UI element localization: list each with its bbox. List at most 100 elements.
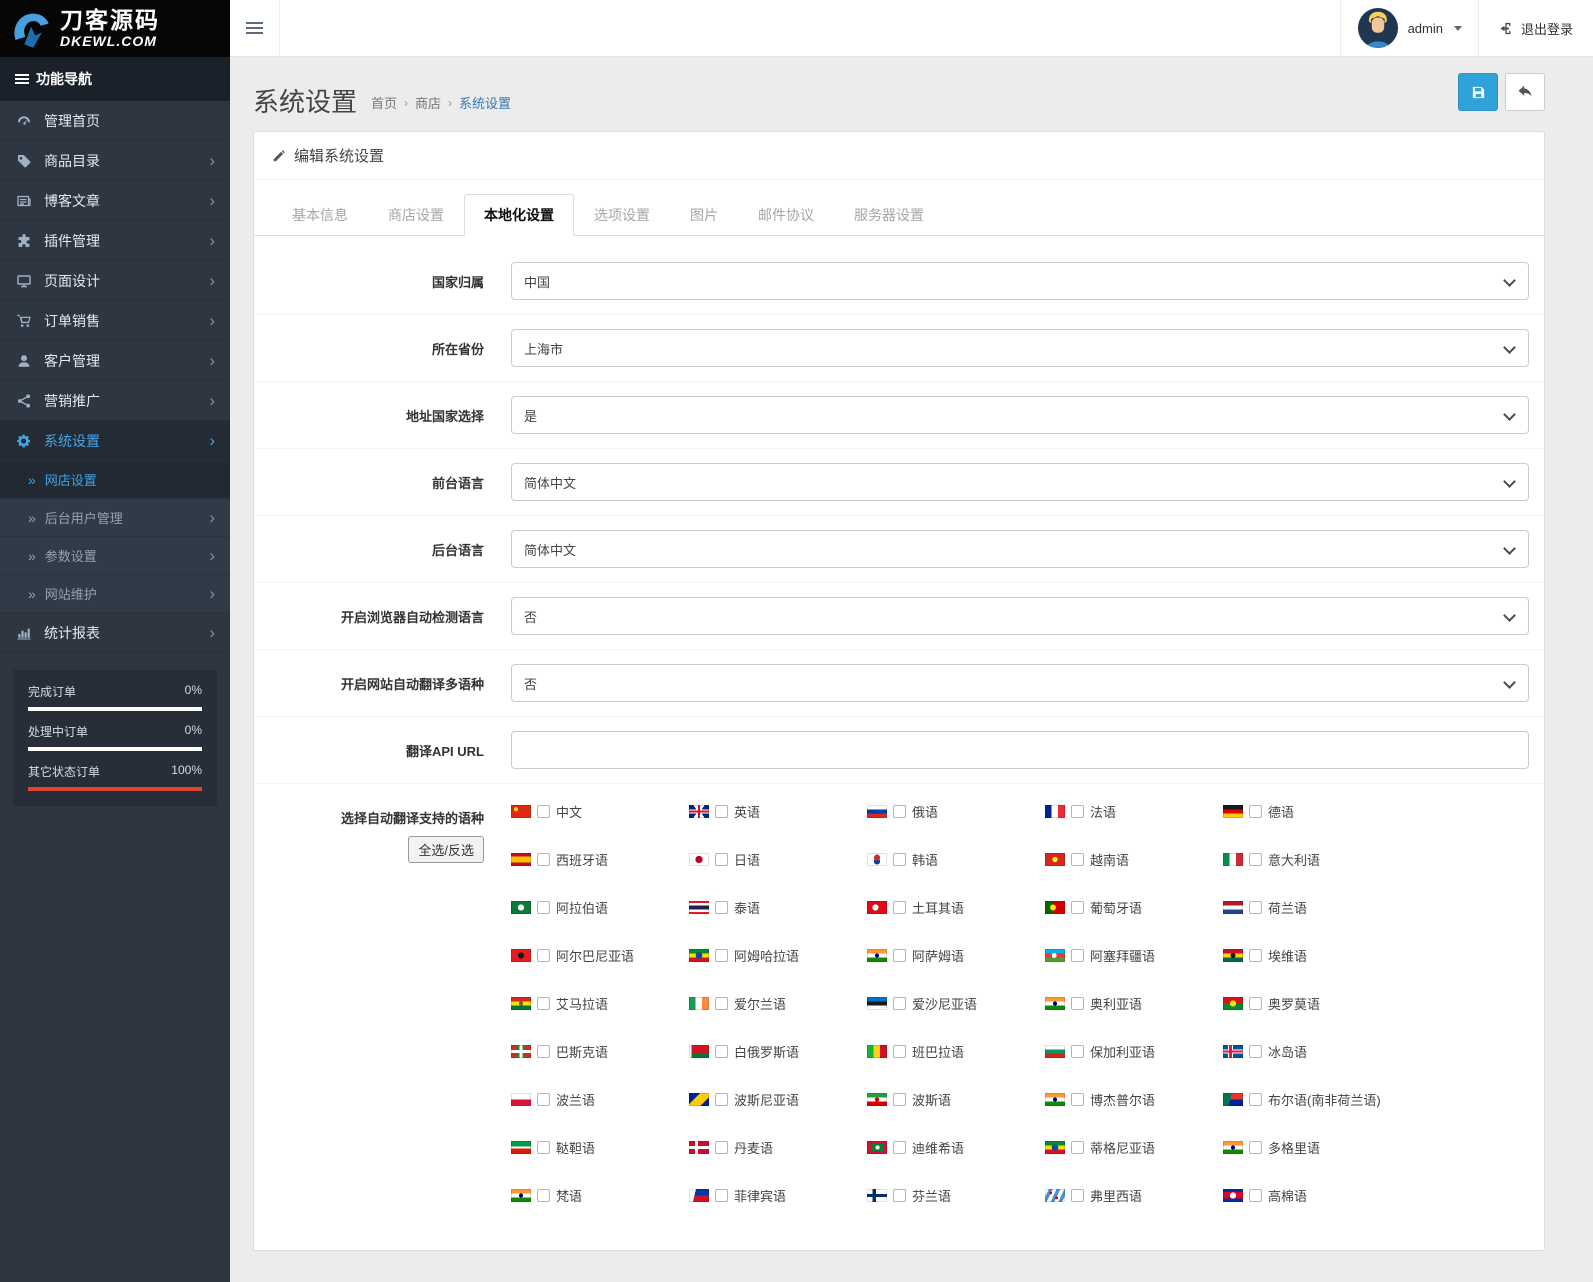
brand-logo[interactable]: 刀客源码 DKEWL.COM — [0, 0, 230, 57]
language-checkbox[interactable] — [893, 805, 906, 818]
language-checkbox[interactable] — [1249, 1045, 1262, 1058]
breadcrumb-item[interactable]: 商店 — [415, 93, 441, 112]
language-checkbox[interactable] — [893, 853, 906, 866]
tab-localization[interactable]: 本地化设置 — [464, 194, 574, 236]
sidebar-item-orders[interactable]: 订单销售 › — [0, 301, 230, 341]
auto-translate-select[interactable]: 否 — [511, 664, 1529, 702]
sidebar-subitem-maintenance[interactable]: » 网站维护 › — [0, 575, 230, 613]
language-checkbox[interactable] — [715, 1045, 728, 1058]
translate-api-url-input[interactable] — [511, 731, 1529, 769]
sidebar-subitem-admin-users[interactable]: » 后台用户管理 › — [0, 499, 230, 537]
sidebar-subitem-parameters[interactable]: » 参数设置 › — [0, 537, 230, 575]
language-checkbox[interactable] — [715, 1189, 728, 1202]
sidebar-item-blog[interactable]: 博客文章 › — [0, 181, 230, 221]
language-checkbox[interactable] — [1071, 1093, 1084, 1106]
language-checkbox[interactable] — [1071, 1141, 1084, 1154]
language-checkbox[interactable] — [893, 901, 906, 914]
language-checkbox[interactable] — [715, 853, 728, 866]
language-checkbox[interactable] — [893, 1141, 906, 1154]
language-checkbox[interactable] — [537, 949, 550, 962]
language-checkbox[interactable] — [715, 1093, 728, 1106]
sidebar-item-plugins[interactable]: 插件管理 › — [0, 221, 230, 261]
sidebar-item-system-settings[interactable]: 系统设置 › — [0, 421, 230, 461]
language-checkbox[interactable] — [1249, 949, 1262, 962]
language-checkbox[interactable] — [1071, 901, 1084, 914]
language-checkbox[interactable] — [1071, 805, 1084, 818]
breadcrumb-item[interactable]: 系统设置 — [459, 93, 511, 112]
province-select[interactable]: 上海市 — [511, 329, 1529, 367]
sidebar-item-dashboard[interactable]: 管理首页 — [0, 101, 230, 141]
language-item: 丹麦语 — [689, 1138, 867, 1157]
chevron-right-icon: › — [209, 391, 215, 410]
language-checkbox[interactable] — [1249, 997, 1262, 1010]
language-checkbox[interactable] — [1071, 1189, 1084, 1202]
language-checkbox[interactable] — [893, 1189, 906, 1202]
sidebar-item-customers[interactable]: 客户管理 › — [0, 341, 230, 381]
language-checkbox[interactable] — [537, 901, 550, 914]
language-checkbox[interactable] — [1249, 1189, 1262, 1202]
selected-value: 否 — [524, 676, 538, 692]
language-checkbox[interactable] — [537, 1141, 550, 1154]
sidebar-subitem-store-settings[interactable]: » 网店设置 — [0, 461, 230, 499]
language-checkbox[interactable] — [1249, 901, 1262, 914]
language-label: 法语 — [1090, 805, 1117, 820]
language-checkbox[interactable] — [1071, 1045, 1084, 1058]
save-button[interactable] — [1458, 73, 1498, 111]
language-checkbox[interactable] — [1071, 853, 1084, 866]
tab-image[interactable]: 图片 — [670, 194, 738, 236]
language-checkbox[interactable] — [1249, 1093, 1262, 1106]
language-checkbox[interactable] — [893, 949, 906, 962]
frontend-language-select[interactable]: 简体中文 — [511, 463, 1529, 501]
language-checkbox[interactable] — [715, 901, 728, 914]
language-checkbox[interactable] — [537, 1189, 550, 1202]
back-button[interactable] — [1505, 73, 1545, 111]
language-checkbox[interactable] — [715, 805, 728, 818]
chevron-right-icon: › — [209, 151, 215, 170]
logout-button[interactable]: 退出登录 — [1477, 0, 1593, 56]
language-checkbox[interactable] — [893, 1045, 906, 1058]
field-label: 地址国家选择 — [405, 409, 484, 424]
language-item: 鞑靼语 — [511, 1138, 689, 1157]
address-country-select[interactable]: 是 — [511, 396, 1529, 434]
sidebar-item-page-design[interactable]: 页面设计 › — [0, 261, 230, 301]
breadcrumb-item[interactable]: 首页 — [371, 93, 397, 112]
language-checkbox[interactable] — [1071, 997, 1084, 1010]
language-checkbox[interactable] — [537, 805, 550, 818]
language-checkbox[interactable] — [715, 949, 728, 962]
sidebar-item-catalog[interactable]: 商品目录 › — [0, 141, 230, 181]
language-checkbox[interactable] — [715, 1141, 728, 1154]
sidebar-item-reports[interactable]: 统计报表 › — [0, 613, 230, 653]
browser-detect-language-select[interactable]: 否 — [511, 597, 1529, 635]
language-checkbox[interactable] — [893, 997, 906, 1010]
language-checkbox[interactable] — [893, 1093, 906, 1106]
language-checkbox[interactable] — [1071, 949, 1084, 962]
tab-options[interactable]: 选项设置 — [574, 194, 670, 236]
language-checkbox[interactable] — [1249, 805, 1262, 818]
flag-icon-mv — [867, 1141, 887, 1154]
tab-server[interactable]: 服务器设置 — [834, 194, 944, 236]
language-checkbox[interactable] — [715, 997, 728, 1010]
caret-down-icon — [1453, 25, 1462, 31]
sidebar-toggle-button[interactable] — [230, 0, 280, 56]
tags-icon — [18, 154, 31, 167]
tab-basic[interactable]: 基本信息 — [272, 194, 368, 236]
language-label: 班巴拉语 — [912, 1045, 965, 1060]
language-checkbox[interactable] — [537, 1045, 550, 1058]
language-checkbox[interactable] — [1249, 1141, 1262, 1154]
language-label: 爱尔兰语 — [734, 997, 787, 1012]
language-item: 阿姆哈拉语 — [689, 946, 867, 965]
backend-language-select[interactable]: 简体中文 — [511, 530, 1529, 568]
language-checkbox[interactable] — [537, 853, 550, 866]
language-checkbox[interactable] — [1249, 853, 1262, 866]
puzzle-icon — [18, 233, 30, 247]
user-menu[interactable]: admin — [1339, 0, 1478, 56]
language-checkbox[interactable] — [537, 997, 550, 1010]
language-item: 梵语 — [511, 1186, 689, 1205]
order-stat-value: 0% — [184, 683, 202, 697]
language-checkbox[interactable] — [537, 1093, 550, 1106]
select-all-button[interactable]: 全选/反选 — [408, 836, 484, 863]
tab-mail[interactable]: 邮件协议 — [738, 194, 834, 236]
country-select[interactable]: 中国 — [511, 262, 1529, 300]
tab-store[interactable]: 商店设置 — [368, 194, 464, 236]
sidebar-item-marketing[interactable]: 营销推广 › — [0, 381, 230, 421]
